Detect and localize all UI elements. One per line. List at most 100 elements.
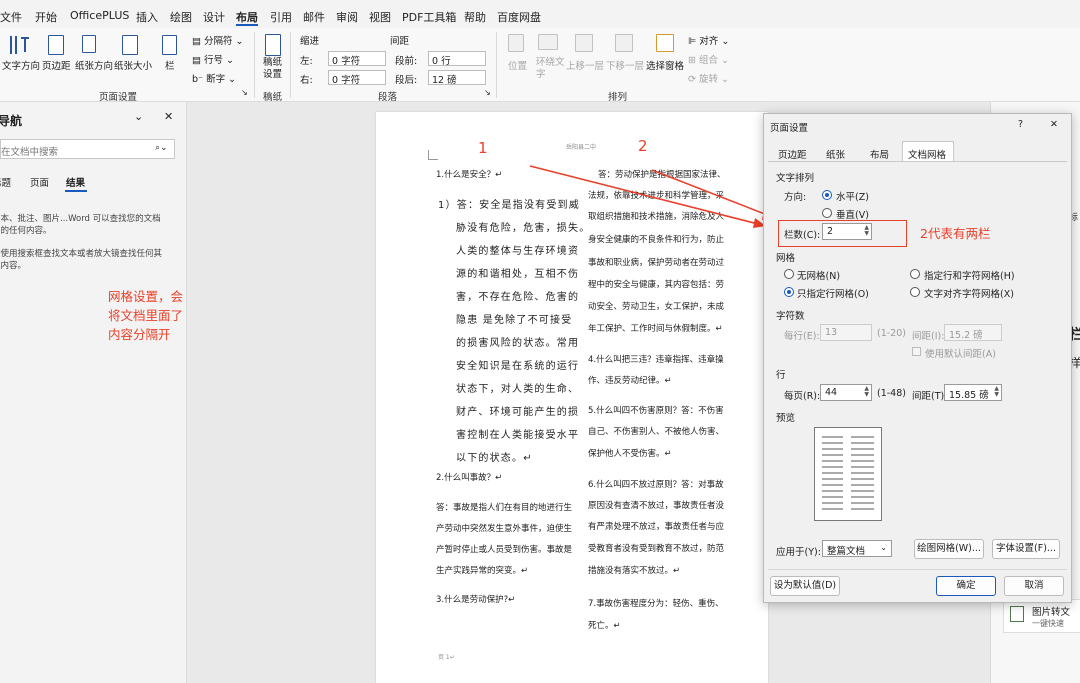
menu-review[interactable]: 审阅 [336, 9, 358, 25]
per-page-label: 每页(R): [784, 391, 821, 402]
columns-input[interactable]: 2 ▲ ▼ [822, 223, 872, 240]
orientation-label: 纸张方向 [75, 61, 114, 72]
column-annotation: 2代表有两栏 [920, 226, 991, 241]
ribbon: 文字方向 页边距 纸张方向 纸张大小 栏 ▤ 分隔符 ⌄ ▤ 行号 ⌄ b⁻ 断… [0, 28, 1080, 103]
radio-line-char-grid[interactable] [910, 269, 920, 279]
position-icon [508, 34, 524, 52]
radio-vertical[interactable] [822, 208, 832, 218]
help-icon[interactable]: ? [1018, 119, 1023, 130]
menu-home[interactable]: 开始 [35, 9, 57, 25]
spin-arrows-icon[interactable]: ▲ ▼ [864, 225, 869, 237]
line-pitch-input[interactable]: 15.85 磅 ▲ ▼ [944, 384, 1002, 401]
indent-left-input[interactable]: 0 字符 [328, 51, 386, 67]
vertical-label: 垂直(V) [836, 210, 869, 221]
radio-no-grid[interactable] [784, 269, 794, 279]
line-pitch-label: 间距(T): [912, 391, 948, 402]
wrap-text-icon [538, 34, 558, 50]
right-column-line: 作、违反劳动纪律。↵ [588, 376, 672, 386]
tab-paper[interactable]: 纸张 [826, 147, 845, 161]
tab-layout[interactable]: 布局 [870, 147, 889, 161]
menu-design[interactable]: 设计 [203, 9, 225, 25]
right-column-line: 7.事故伤害程度分为：轻伤、重伤、 [588, 599, 724, 609]
picture-to-text-card[interactable]: 图片转文 一键快速 [1003, 599, 1080, 633]
bring-forward-label: 上移一层 [566, 61, 605, 72]
ok-button[interactable]: 确定 [936, 576, 996, 596]
line-char-grid-label: 指定行和字符网格(H) [924, 271, 1015, 282]
margins-icon [48, 35, 64, 55]
right-column-line: 原因没有查清不放过，事故责任者没 [588, 501, 725, 511]
draw-grid-button[interactable]: 绘图网格(W)... [914, 539, 984, 559]
corner-mark [428, 150, 438, 160]
nav-tab-pages[interactable]: 页面 [30, 175, 49, 189]
per-line-input[interactable]: 13 [820, 324, 872, 341]
draft-paper-label: 稿纸 设置 [263, 57, 283, 80]
menu-references[interactable]: 引用 [270, 9, 292, 25]
menu-mailings[interactable]: 邮件 [303, 9, 325, 25]
wrap-text-label: 环绕文 字 [536, 57, 565, 80]
tab-document-grid[interactable]: 文档网格 [902, 141, 954, 161]
grid-heading: 网格 [776, 253, 796, 264]
apply-to-select[interactable]: 整篇文档 ⌄ [822, 540, 892, 557]
rotate-button[interactable]: ⟳ 旋转 ⌄ [688, 71, 729, 85]
nav-search-input[interactable]: 在文档中搜索 ⌕⌄ [0, 139, 175, 159]
separator [254, 32, 255, 98]
direction-label: 方向: [784, 192, 807, 203]
menu-view[interactable]: 视图 [369, 9, 391, 25]
nav-tab-results[interactable]: 结果 [66, 175, 85, 189]
hyphenation-button[interactable]: b⁻ 断字 ⌄ [192, 71, 236, 85]
spacing-before-input[interactable]: 0 行 [428, 51, 486, 67]
bring-forward-icon [575, 34, 593, 52]
indent-right-input[interactable]: 0 字符 [328, 70, 386, 86]
tab-margins[interactable]: 页边距 [778, 147, 807, 161]
menu-officeplus[interactable]: OfficePLUS [70, 9, 129, 22]
search-icon[interactable]: ⌕⌄ [155, 143, 168, 153]
right-column-line: 保护他人不受伤害。↵ [588, 449, 672, 459]
use-default-checkbox[interactable] [912, 347, 921, 356]
line-numbers-button[interactable]: ▤ 行号 ⌄ [192, 52, 234, 66]
nav-tab-headings[interactable]: 标题 [0, 175, 11, 189]
nav-close-icon[interactable]: ✕ [164, 110, 173, 123]
right-column-line: 有严肃处理不放过，事故责任者与应 [588, 522, 725, 532]
right-column-line: 法规，依靠技术进步和科学管理，采 [588, 191, 725, 201]
draft-paper-icon [265, 34, 281, 56]
text-direction-label: 文字方向 [2, 61, 41, 72]
apply-to-value: 整篇文档 [827, 546, 866, 557]
per-page-range: (1-48) [877, 388, 906, 399]
menu-layout[interactable]: 布局 [236, 9, 258, 25]
menu-bar: 文件 开始 OfficePLUS 插入 绘图 设计 布局 引用 邮件 审阅 视图… [0, 0, 1080, 28]
size-label: 纸张大小 [114, 61, 153, 72]
menu-draw[interactable]: 绘图 [170, 9, 192, 25]
per-page-input[interactable]: 44 ▲ ▼ [820, 384, 872, 401]
breaks-button[interactable]: ▤ 分隔符 ⌄ [192, 33, 244, 47]
menu-help[interactable]: 帮助 [464, 9, 486, 25]
right-column-line: 年工保护、工作时间与休假制度。↵ [588, 324, 723, 334]
cancel-button[interactable]: 取消 [1004, 576, 1064, 596]
menu-file[interactable]: 文件 [0, 9, 22, 25]
group-button[interactable]: ⊞ 组合 ⌄ [688, 52, 729, 66]
radio-line-grid-only[interactable] [784, 287, 794, 297]
active-tab-underline [236, 24, 258, 26]
font-settings-button[interactable]: 字体设置(F)... [992, 539, 1060, 559]
align-button[interactable]: ⊫ 对齐 ⌄ [688, 33, 729, 47]
spin-arrows-icon[interactable]: ▲ ▼ [994, 386, 999, 398]
radio-snap-char-grid[interactable] [910, 287, 920, 297]
char-pitch-input[interactable]: 15.2 磅 [944, 324, 1002, 341]
set-default-button[interactable]: 设为默认值(D) [770, 576, 840, 596]
document-page[interactable]: 岳阳县二中 1 2 1.什么是安全？↵ 1）答：安全是指没有受到威 胁没有危险，危害… [376, 112, 768, 683]
hyphenation-label: 断字 [206, 74, 226, 85]
menu-baidu[interactable]: 百度网盘 [497, 9, 541, 25]
close-icon[interactable]: ✕ [1050, 119, 1058, 130]
radio-horizontal[interactable] [822, 190, 832, 200]
left-column-line: 2.什么叫事故？↵ [436, 473, 503, 483]
nav-options-icon[interactable]: ⌄ [134, 110, 143, 123]
breaks-label: 分隔符 [204, 36, 233, 47]
menu-insert[interactable]: 插入 [136, 9, 158, 25]
page-setup-launcher-icon[interactable]: ↘ [241, 88, 248, 97]
text-direction-icon [10, 36, 29, 54]
menu-pdf[interactable]: PDF工具箱 [402, 9, 456, 25]
right-column-line: 死亡。↵ [588, 621, 621, 631]
spacing-after-input[interactable]: 12 磅 [428, 70, 486, 86]
right-column-line: 4.什么叫把三违？违章指挥、违章操 [588, 355, 724, 365]
spin-arrows-icon[interactable]: ▲ ▼ [864, 386, 869, 398]
paragraph-launcher-icon[interactable]: ↘ [484, 88, 491, 97]
